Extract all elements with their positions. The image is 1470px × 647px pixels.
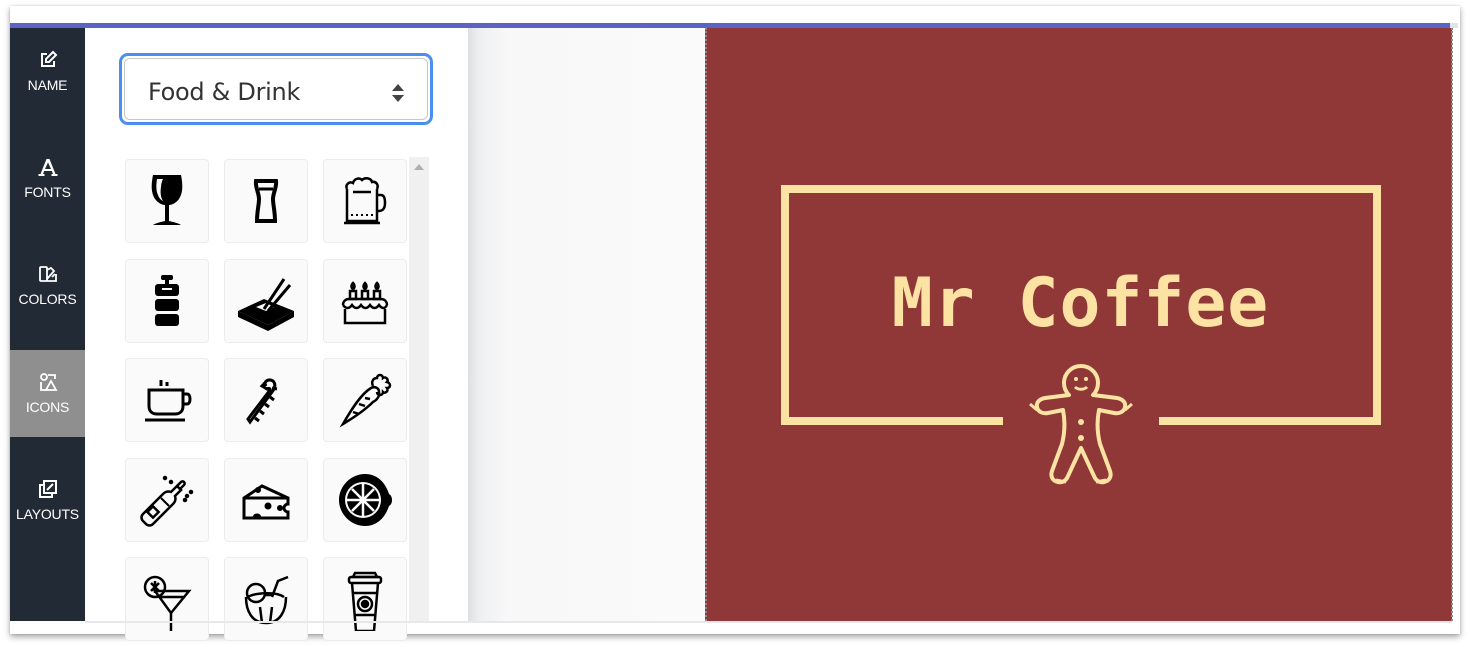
edit-icon xyxy=(40,50,57,67)
sidebar-item-label: NAME xyxy=(27,77,68,93)
icon-tile-keg[interactable] xyxy=(125,259,209,343)
scroll-up-arrow-icon[interactable] xyxy=(414,164,424,170)
beer-mug-icon xyxy=(344,177,387,225)
icon-tile-takeaway-coffee[interactable] xyxy=(323,557,407,641)
icon-tile-beer-mug[interactable] xyxy=(323,159,407,243)
champagne-bottle-icon xyxy=(140,475,194,527)
carrot-icon xyxy=(339,373,392,428)
candy-cane-icon xyxy=(246,378,278,425)
sidebar-item-label: COLORS xyxy=(18,291,77,307)
logo-title[interactable]: Mr Coffee xyxy=(707,264,1454,343)
icon-tile-cocktail[interactable] xyxy=(125,557,209,641)
icon-tile-lemon[interactable] xyxy=(323,458,407,542)
category-select[interactable]: Food & Drink xyxy=(119,53,433,125)
canvas-margin xyxy=(468,28,705,621)
icon-tile-coffee-cup[interactable] xyxy=(125,358,209,442)
coffee-cup-icon xyxy=(145,380,192,422)
layouts-icon xyxy=(38,480,57,498)
icon-tile-wine-glass[interactable] xyxy=(125,159,209,243)
cheese-icon xyxy=(242,484,290,520)
shapes-icon xyxy=(39,373,58,391)
icon-tile-champagne[interactable] xyxy=(125,458,209,542)
sushi-chopsticks-icon xyxy=(238,278,294,331)
select-arrows-icon xyxy=(392,84,404,102)
wine-glass-icon xyxy=(151,175,183,225)
sidebar-item-label: LAYOUTS xyxy=(16,506,79,522)
beer-glass-icon xyxy=(253,179,279,223)
logo-preview[interactable]: Mr Coffee xyxy=(705,28,1452,621)
sidebar-item-name[interactable]: NAME xyxy=(10,28,85,115)
font-icon xyxy=(38,159,57,176)
lemon-slice-icon xyxy=(339,474,392,526)
birthday-cake-icon xyxy=(341,281,389,325)
palette-icon xyxy=(38,266,57,282)
icon-grid-scrollbar[interactable] xyxy=(409,157,429,621)
logo-right-edge xyxy=(1451,28,1455,621)
icon-tile-beer-glass[interactable] xyxy=(224,159,308,243)
icon-tile-candy-cane[interactable] xyxy=(224,358,308,442)
sidebar-item-label: ICONS xyxy=(25,399,70,415)
bottom-edge xyxy=(85,621,1452,623)
keg-icon xyxy=(155,275,179,326)
icon-tile-sushi[interactable] xyxy=(224,259,308,343)
sidebar-item-colors[interactable]: COLORS xyxy=(10,242,85,329)
icon-tile-cheese[interactable] xyxy=(224,458,308,542)
gingerbread-man-icon xyxy=(1029,364,1133,485)
icon-tile-birthday-cake[interactable] xyxy=(323,259,407,343)
icon-tile-carrot[interactable] xyxy=(323,358,407,442)
sidebar-item-layouts[interactable]: LAYOUTS xyxy=(10,457,85,544)
sidebar-item-fonts[interactable]: FONTS xyxy=(10,135,85,222)
icon-panel: Food & Drink xyxy=(85,28,468,641)
sidebar: NAME FONTS COLORS ICONS LAYOUTS xyxy=(10,28,85,621)
category-select-value: Food & Drink xyxy=(148,78,301,106)
icon-tile-coconut[interactable] xyxy=(224,557,308,641)
sidebar-item-icons[interactable]: ICONS xyxy=(10,350,85,437)
sidebar-item-label: FONTS xyxy=(24,184,71,200)
